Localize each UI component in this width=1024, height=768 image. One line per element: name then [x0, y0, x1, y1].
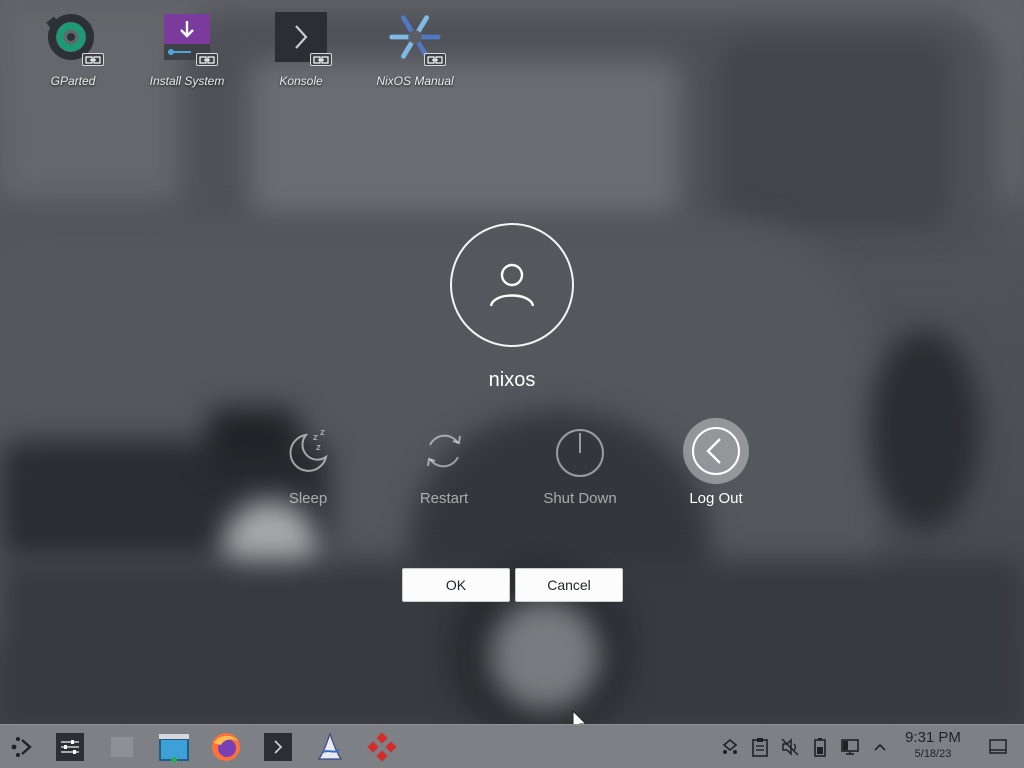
restart-button[interactable]: Restart — [389, 418, 499, 507]
svg-text:z: z — [313, 433, 318, 443]
desktop-icon-label: GParted — [50, 74, 96, 88]
blank-task-icon — [111, 737, 133, 757]
sleep-icon: z z z — [275, 418, 341, 484]
taskbar-blank-task[interactable] — [106, 731, 138, 763]
konsole-icon — [272, 8, 332, 66]
sleep-button[interactable]: z z z Sleep — [253, 418, 363, 507]
tray-audio[interactable] — [780, 737, 800, 757]
shutdown-label: Shut Down — [543, 490, 617, 507]
desktop-icons: GParted Install System Konsole NixOS Man… — [18, 8, 470, 98]
svg-text:z: z — [320, 428, 325, 438]
nixos-manual-icon — [386, 8, 446, 66]
audio-muted-icon — [781, 738, 799, 756]
desktop-icon-label: NixOS Manual — [376, 74, 454, 88]
logout-button[interactable]: Log Out — [661, 418, 771, 507]
desktop-icon-label: Konsole — [279, 74, 323, 88]
install-system-icon — [158, 8, 218, 66]
logout-label: Log Out — [689, 490, 743, 507]
link-badge-icon — [196, 53, 218, 66]
kde-connect-icon — [722, 738, 738, 754]
desktop-wallpaper — [0, 0, 1024, 724]
taskbar-firefox[interactable] — [210, 731, 242, 763]
desktop-icon-konsole[interactable]: Konsole — [246, 8, 356, 98]
expand-tray-icon — [874, 743, 886, 751]
taskbar-konsole[interactable] — [262, 731, 294, 763]
taskbar-system-settings[interactable] — [54, 731, 86, 763]
taskbar: 9:31 PM 5/18/23 — [0, 724, 1024, 768]
svg-text:z: z — [316, 443, 321, 453]
tray-expand-button[interactable] — [870, 737, 890, 757]
username-label: nixos — [488, 369, 536, 391]
firefox-icon — [212, 733, 240, 761]
display-icon — [841, 739, 859, 755]
system-settings-icon — [56, 733, 84, 761]
taskbar-calamares[interactable] — [314, 731, 346, 763]
app-icon — [367, 732, 397, 762]
tray-kde-connect[interactable] — [720, 737, 740, 757]
cancel-button[interactable]: Cancel — [515, 568, 623, 602]
app-launcher-icon — [11, 737, 32, 757]
taskbar-file-manager[interactable] — [158, 731, 190, 763]
logout-actions: z z z Sleep Restart Shut Down Log Out — [0, 418, 1024, 518]
gparted-icon — [44, 8, 104, 66]
desktop-icon-install-system[interactable]: Install System — [132, 8, 242, 98]
show-desktop-icon — [989, 739, 1007, 754]
user-icon — [489, 263, 535, 307]
konsole-icon — [264, 733, 292, 761]
user-avatar — [450, 223, 574, 347]
clock-date: 5/18/23 — [914, 748, 952, 760]
sleep-label: Sleep — [288, 490, 328, 507]
tray-battery[interactable] — [810, 737, 830, 757]
logout-icon — [683, 418, 749, 484]
tray-clipboard[interactable] — [750, 737, 770, 757]
clock-time: 9:31 PM — [905, 729, 961, 746]
tray-display[interactable] — [840, 737, 860, 757]
link-badge-icon — [310, 53, 332, 66]
app-launcher-button[interactable] — [6, 731, 38, 763]
taskbar-app[interactable] — [366, 731, 398, 763]
shutdown-icon — [547, 418, 613, 484]
show-desktop-button[interactable] — [988, 737, 1008, 757]
file-manager-icon — [159, 734, 189, 763]
battery-icon — [814, 738, 826, 757]
calamares-icon — [317, 732, 343, 760]
ok-button[interactable]: OK — [402, 568, 510, 602]
desktop-icon-nixos-manual[interactable]: NixOS Manual — [360, 8, 470, 98]
taskbar-clock[interactable]: 9:31 PM 5/18/23 — [896, 729, 970, 761]
clipboard-icon — [752, 738, 768, 757]
desktop-icon-gparted[interactable]: GParted — [18, 8, 128, 98]
restart-icon — [411, 418, 477, 484]
link-badge-icon — [424, 53, 446, 66]
link-badge-icon — [82, 53, 104, 66]
desktop-icon-label: Install System — [149, 74, 225, 88]
restart-label: Restart — [419, 490, 469, 507]
shutdown-button[interactable]: Shut Down — [525, 418, 635, 507]
